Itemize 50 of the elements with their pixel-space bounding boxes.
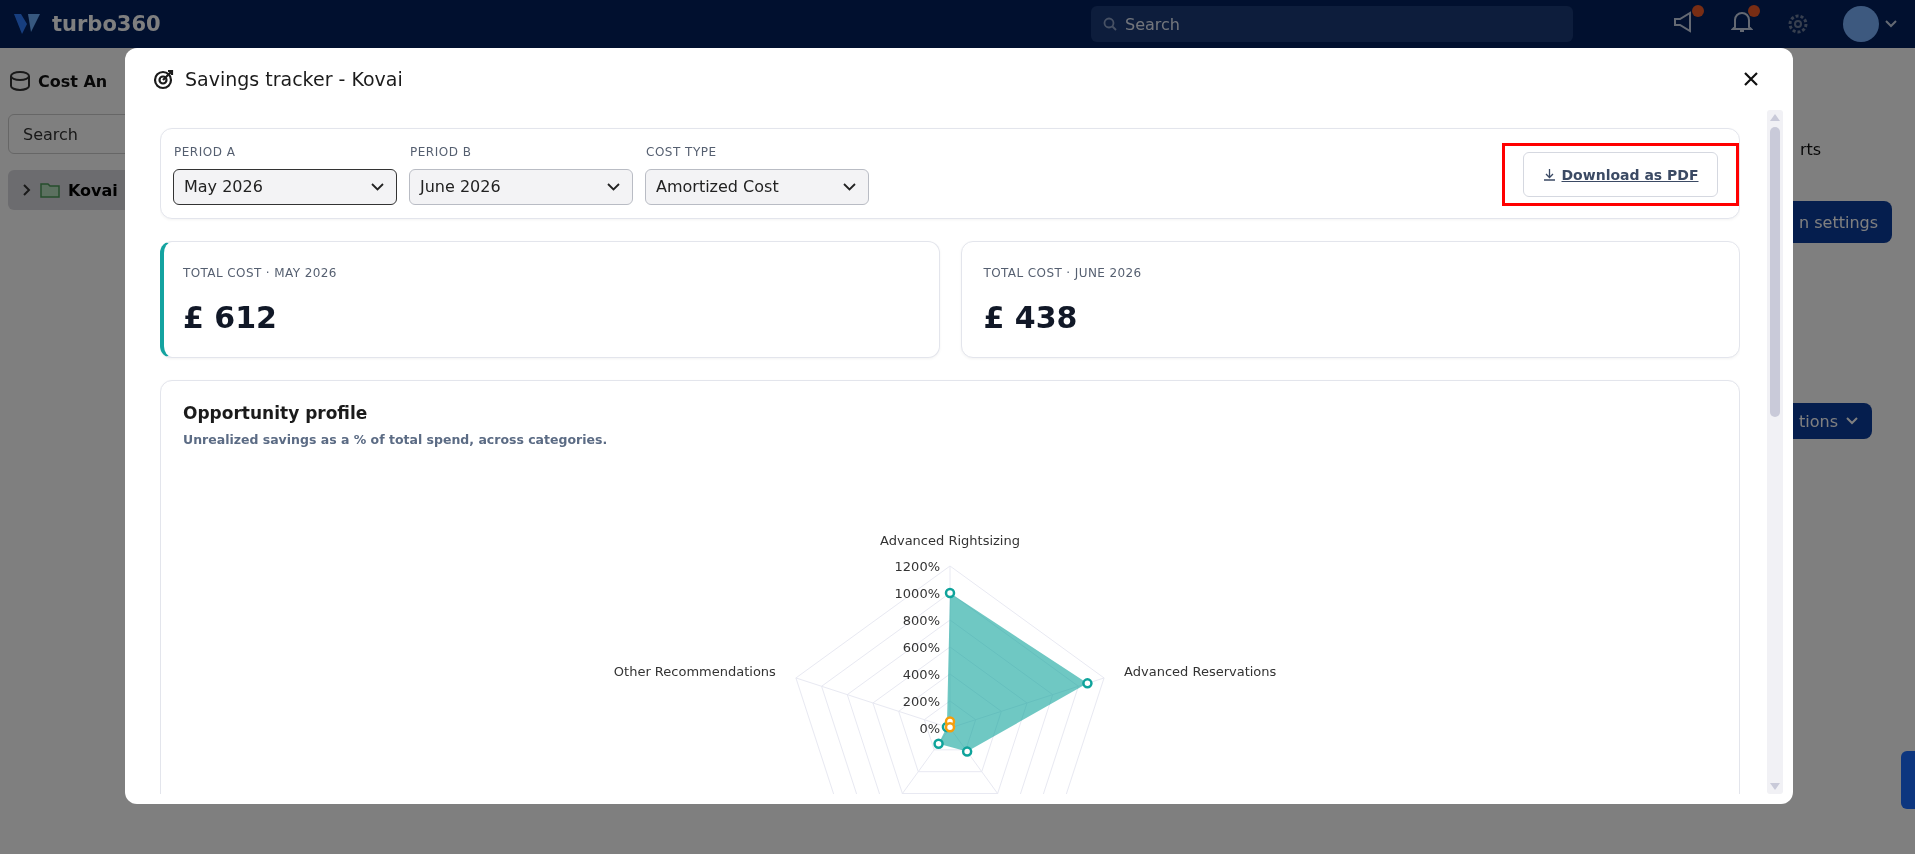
tick-label: 200% bbox=[902, 694, 940, 709]
tick-label: 600% bbox=[902, 640, 940, 655]
tick-label: 1000% bbox=[894, 586, 940, 601]
chevron-icon bbox=[371, 182, 384, 191]
brand-name: turbo360 bbox=[52, 12, 161, 36]
radar-marker-drawing bbox=[944, 716, 956, 733]
chevron-icon bbox=[22, 183, 32, 197]
dropdown[interactable]: Amortized Cost bbox=[645, 168, 869, 205]
chevron-icon bbox=[843, 182, 856, 191]
filter-label: COST TYPE bbox=[645, 144, 718, 159]
chevron-icon bbox=[607, 182, 620, 191]
dropdown[interactable]: May 2026 bbox=[173, 168, 397, 205]
scrollbar[interactable] bbox=[1767, 110, 1783, 794]
search-icon bbox=[1103, 17, 1117, 31]
notification-badge bbox=[1748, 5, 1760, 17]
axis-label: Advanced Reservations bbox=[1124, 664, 1277, 680]
filter-label: PERIOD A bbox=[173, 144, 237, 159]
tick-label: 800% bbox=[902, 613, 940, 628]
target-icon bbox=[153, 68, 175, 90]
axis-label: Advanced Rightsizing bbox=[880, 532, 1020, 548]
tick-label: 0% bbox=[919, 721, 940, 736]
tick-label: 1200% bbox=[894, 559, 940, 574]
cost-value: £ 438 bbox=[983, 300, 1079, 335]
card-subtitle: Unrealized savings as a % of total spend, across categories. bbox=[183, 432, 609, 447]
modal-title: Savings tracker - Kovai bbox=[185, 68, 403, 90]
download-button[interactable]: Download as PDF bbox=[1523, 152, 1718, 197]
chevron-icon[interactable] bbox=[1885, 20, 1897, 28]
scroll-down-arrow-icon[interactable] bbox=[1770, 783, 1780, 790]
feedback-tab[interactable] bbox=[1901, 751, 1915, 809]
tick-label: 400% bbox=[902, 667, 940, 682]
card-title: Opportunity profile bbox=[183, 403, 369, 423]
settings-icon[interactable] bbox=[1787, 13, 1809, 35]
notification-badge bbox=[1692, 5, 1704, 17]
cost-label: TOTAL COST · JUNE 2026 bbox=[983, 266, 1143, 280]
page-title: Cost An bbox=[38, 71, 108, 91]
folder-icon bbox=[40, 182, 60, 198]
axis-label: Other Recommendations bbox=[613, 664, 776, 680]
filter-label: PERIOD B bbox=[409, 144, 473, 159]
scroll-up-arrow-icon[interactable] bbox=[1770, 114, 1780, 121]
cost-label: TOTAL COST · MAY 2026 bbox=[183, 266, 338, 280]
tab[interactable]: rts bbox=[1800, 140, 1822, 159]
avatar[interactable] bbox=[1843, 6, 1879, 42]
coins-icon bbox=[8, 68, 32, 94]
bell-icon[interactable] bbox=[1731, 11, 1753, 33]
close-icon bbox=[1743, 71, 1759, 87]
download-icon bbox=[1542, 168, 1556, 181]
chevron-icon bbox=[1846, 417, 1858, 425]
cost-value: £ 612 bbox=[183, 300, 278, 335]
search-field[interactable]: Search bbox=[1091, 6, 1573, 42]
dropdown[interactable]: June 2026 bbox=[409, 168, 633, 205]
